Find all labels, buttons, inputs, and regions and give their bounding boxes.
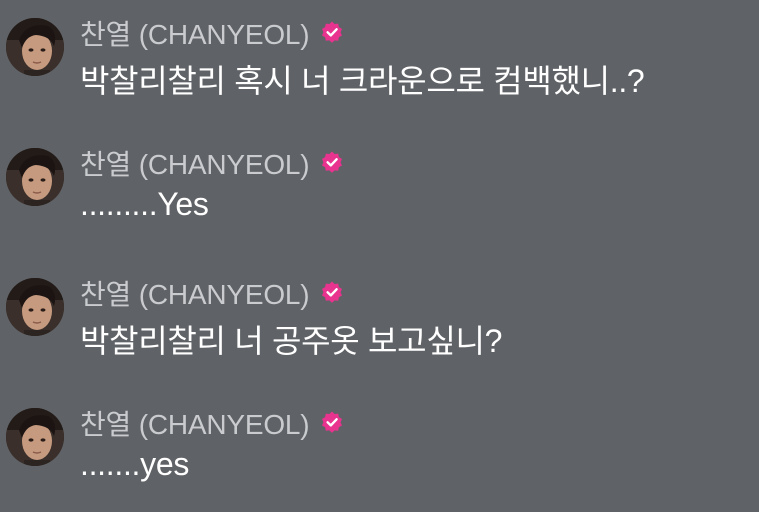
- message-text: 박찰리찰리 혹시 너 크라운으로 컴백했니..?: [80, 63, 645, 99]
- username[interactable]: 찬열 (CHANYEOL): [80, 143, 310, 183]
- message-header: 찬열 (CHANYEOL): [80, 402, 345, 444]
- message-text: 박찰리찰리 너 공주옷 보고싶니?: [80, 323, 503, 359]
- message-text: .........Yes: [80, 186, 209, 222]
- verified-badge-icon: [319, 150, 345, 176]
- message-header: 찬열 (CHANYEOL): [80, 12, 345, 54]
- verified-badge-icon: [319, 410, 345, 436]
- avatar[interactable]: [6, 18, 64, 76]
- message-header: 찬열 (CHANYEOL): [80, 272, 345, 314]
- message-item: 찬열 (CHANYEOL) .......yes: [0, 402, 759, 512]
- profile-photo-icon: [6, 18, 64, 76]
- avatar[interactable]: [6, 408, 64, 466]
- message-item: 찬열 (CHANYEOL) .........Yes: [0, 142, 759, 252]
- verified-badge-icon: [319, 280, 345, 306]
- username[interactable]: 찬열 (CHANYEOL): [80, 13, 310, 53]
- username[interactable]: 찬열 (CHANYEOL): [80, 273, 310, 313]
- message-item: 찬열 (CHANYEOL) 박찰리찰리 너 공주옷 보고싶니?: [0, 272, 759, 382]
- profile-photo-icon: [6, 278, 64, 336]
- username[interactable]: 찬열 (CHANYEOL): [80, 403, 310, 443]
- profile-photo-icon: [6, 408, 64, 466]
- verified-badge-icon: [319, 20, 345, 46]
- avatar[interactable]: [6, 278, 64, 336]
- message-header: 찬열 (CHANYEOL): [80, 142, 345, 184]
- profile-photo-icon: [6, 148, 64, 206]
- message-item: 찬열 (CHANYEOL) 박찰리찰리 혹시 너 크라운으로 컴백했니..?: [0, 12, 759, 122]
- avatar[interactable]: [6, 148, 64, 206]
- message-feed: 찬열 (CHANYEOL) 박찰리찰리 혹시 너 크라운으로 컴백했니..? 찬…: [0, 0, 759, 508]
- message-text: .......yes: [80, 446, 190, 482]
